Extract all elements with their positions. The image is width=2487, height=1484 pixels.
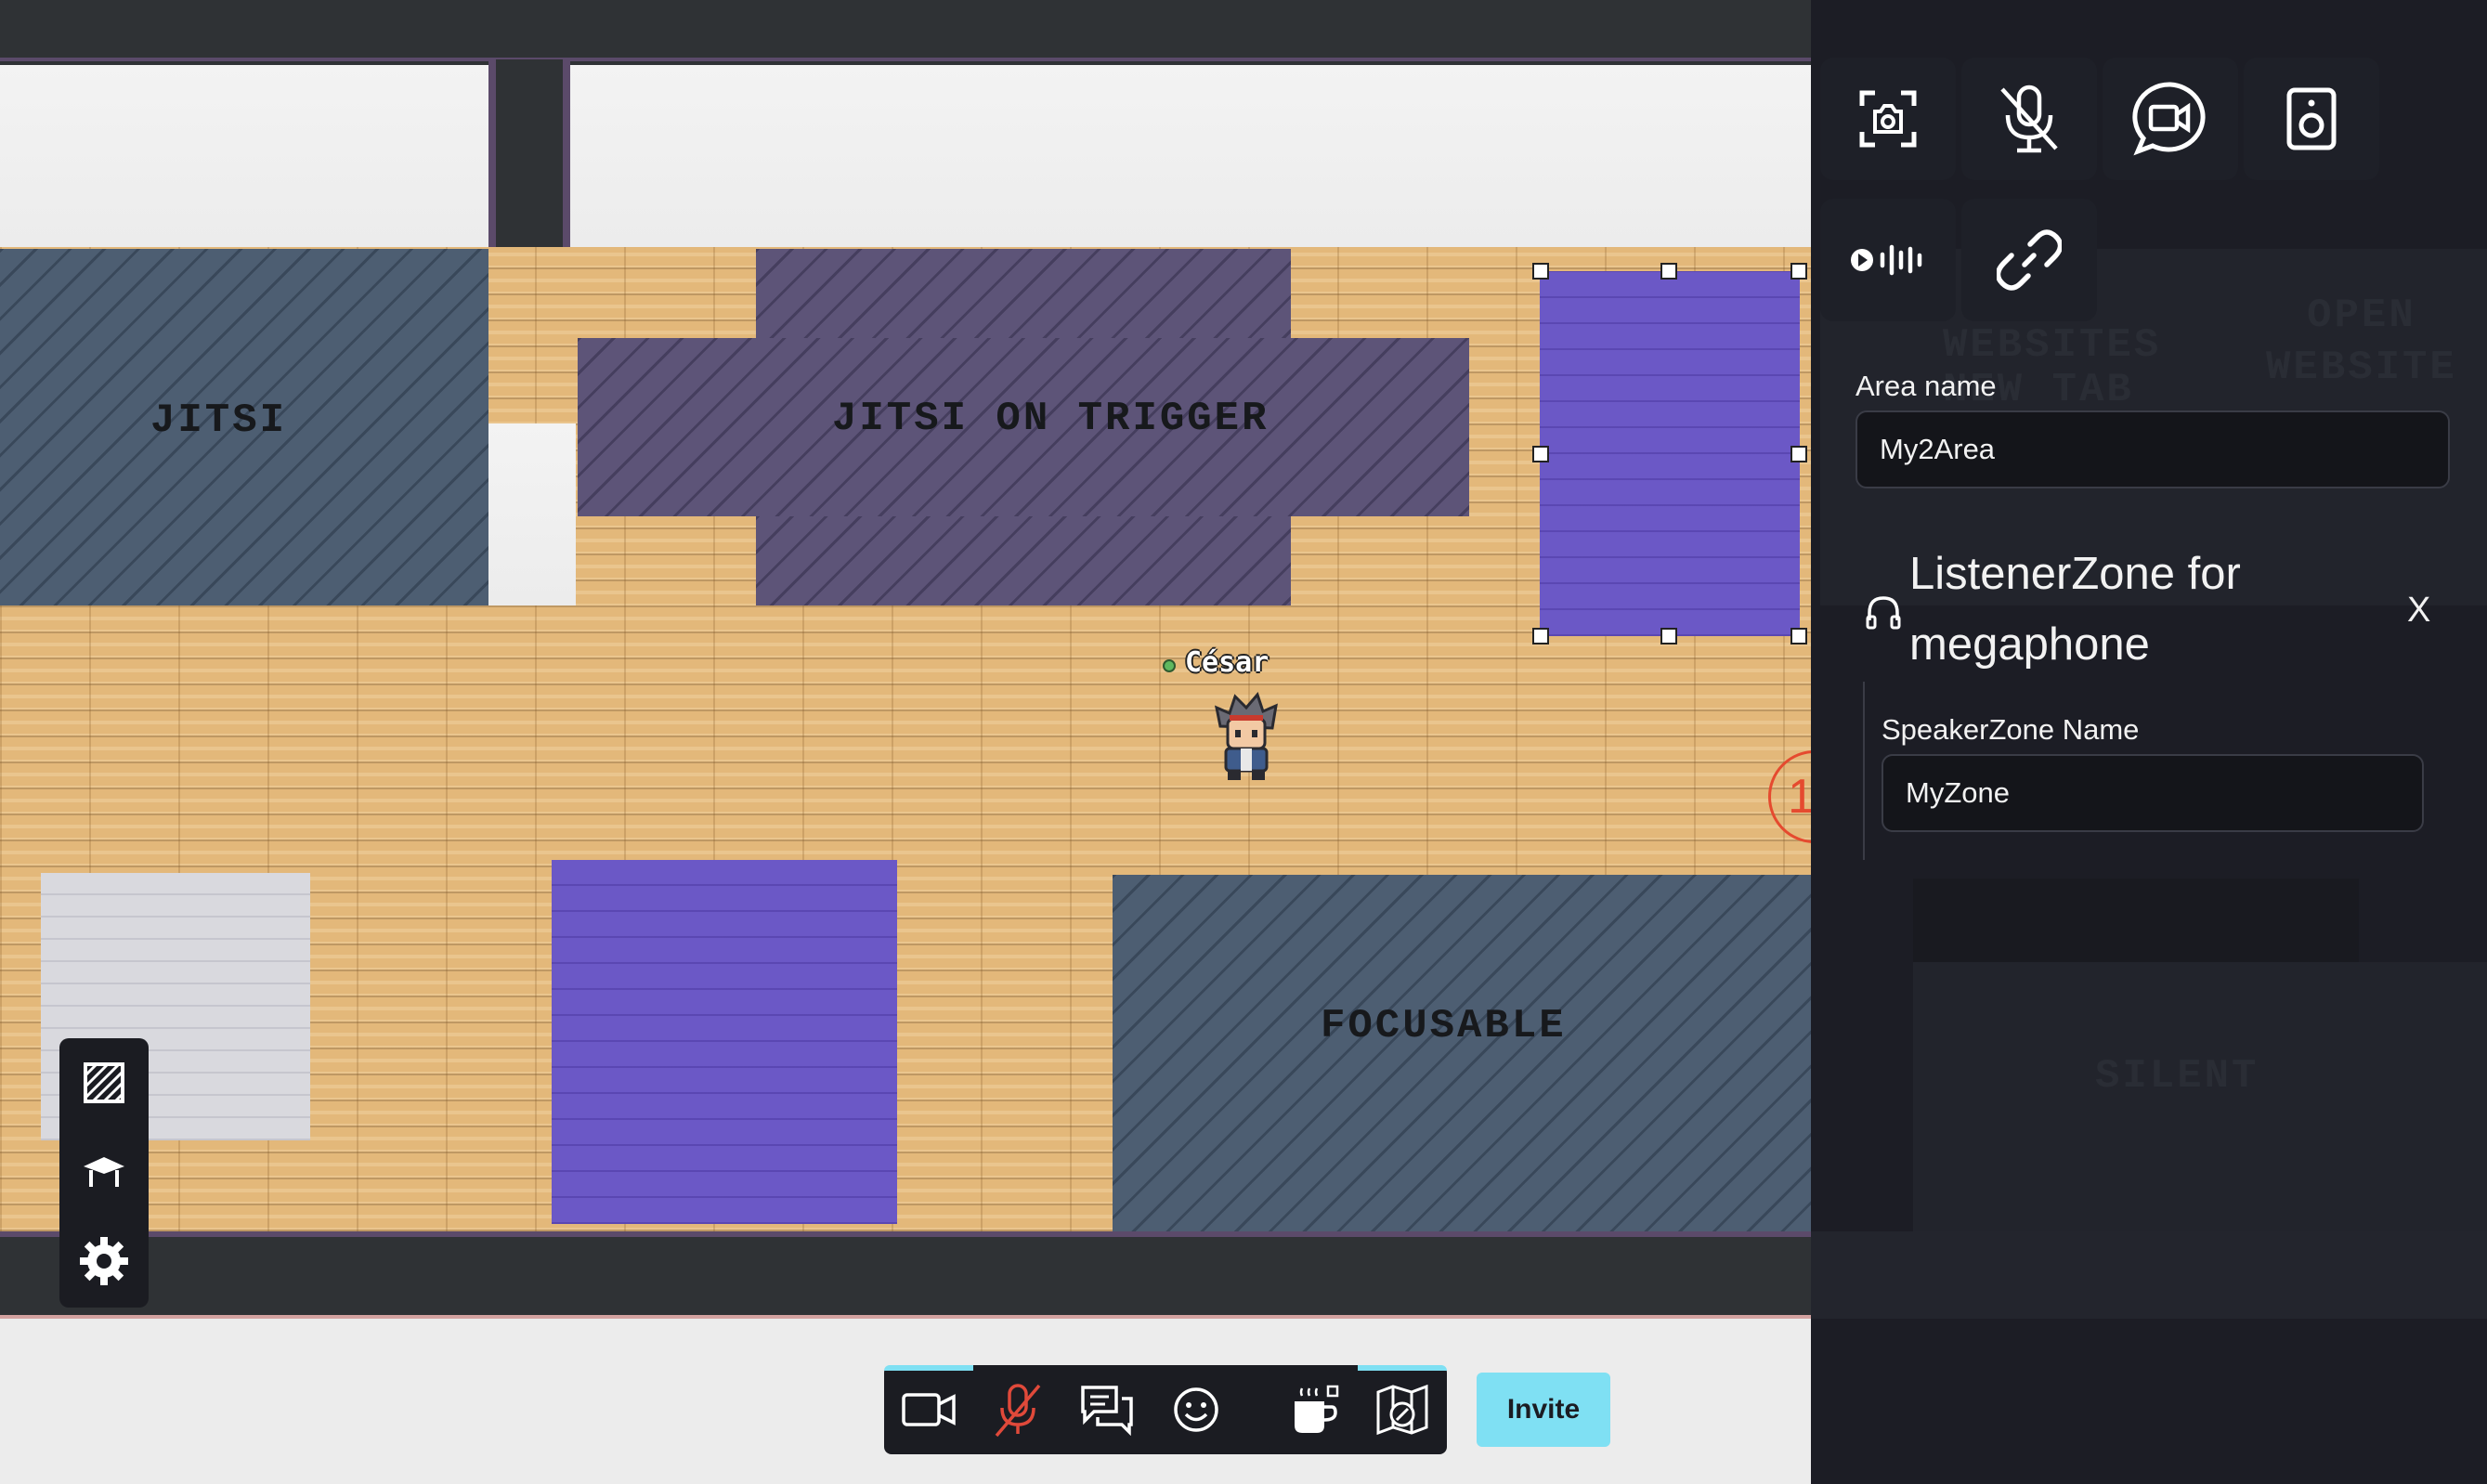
playing-audio-icon	[1851, 244, 1922, 276]
tool-settings[interactable]	[59, 1217, 149, 1306]
action-bar-media	[884, 1365, 1291, 1454]
resize-handle-tl[interactable]	[1532, 263, 1549, 280]
open-link-property-button[interactable]	[1961, 199, 2097, 321]
area-name-input[interactable]: My2Area	[1855, 410, 2450, 488]
wall-under-pillar	[488, 423, 576, 605]
area-name-label: Area name	[1855, 370, 1997, 402]
resize-handle-br[interactable]	[1790, 628, 1807, 644]
microphone-button[interactable]	[973, 1365, 1062, 1454]
ghost-text-silent: SILENT	[2095, 1053, 2259, 1100]
coffee-break-button[interactable]	[1269, 1365, 1358, 1454]
area-editor-panel: WEBSITES NEW TAB OPEN WEBSITE SILENT Are…	[1811, 0, 2487, 1484]
jitsi-room-property-button[interactable]	[2103, 58, 2238, 180]
entity-icon	[84, 1157, 124, 1187]
headphones-icon	[1866, 596, 1901, 630]
focusable-icon	[1859, 90, 1917, 148]
playing-audio-property-button[interactable]	[1820, 199, 1956, 321]
player-name: César	[1185, 646, 1270, 679]
listener-zone-close-button[interactable]: X	[2407, 591, 2430, 631]
speaker-zone-name-label: SpeakerZone Name	[1882, 713, 2140, 746]
tool-entity[interactable]	[59, 1127, 149, 1217]
settings-icon	[80, 1237, 128, 1285]
zone-jitsi-label: JITSI	[150, 397, 288, 444]
coffee-break-icon	[1295, 1385, 1339, 1433]
resize-handle-bc[interactable]	[1660, 628, 1677, 644]
chat-icon	[1081, 1386, 1133, 1436]
resize-handle-tc[interactable]	[1660, 263, 1677, 280]
listener-zone-divider	[1863, 682, 1865, 860]
ghost-block-3	[1913, 879, 2359, 962]
open-link-icon	[1997, 229, 2062, 291]
resize-handle-ml[interactable]	[1532, 446, 1549, 462]
emoji-icon	[1174, 1387, 1218, 1432]
jitsi-room-icon	[2132, 82, 2206, 156]
chat-button[interactable]	[1062, 1365, 1152, 1454]
speaker-zone-icon	[2286, 87, 2337, 150]
tool-area[interactable]	[59, 1038, 149, 1127]
zone-jitsi-on-trigger-label: JITSI ON TRIGGER	[832, 396, 1270, 442]
invite-button[interactable]: Invite	[1477, 1373, 1610, 1447]
ghost-text-open-website: OPEN WEBSITE	[2266, 293, 2457, 391]
zone-focusable-label: FOCUSABLE	[1321, 1003, 1567, 1049]
speaker-zone-property-button[interactable]	[2244, 58, 2379, 180]
map-explorer-icon	[1376, 1384, 1428, 1436]
speaker-zone-name-input[interactable]: MyZone	[1882, 754, 2424, 832]
wall-left	[0, 65, 488, 253]
resize-handle-tr[interactable]	[1790, 263, 1807, 280]
zone-counter-value: 10	[1788, 770, 1811, 824]
invite-button-label: Invite	[1506, 1394, 1581, 1425]
microphone-muted-icon	[995, 1384, 1041, 1438]
listener-zone-property-button[interactable]	[1961, 58, 2097, 180]
action-bar-social	[1269, 1365, 1447, 1454]
map-editor-toolbar	[59, 1038, 149, 1308]
game-map[interactable]: JITSI JITSI ON TRIGGER César FOCUSABLE 1…	[0, 0, 1811, 1484]
listener-zone-icon	[2000, 85, 2058, 153]
zone-jitsi-on-trigger-bottom[interactable]	[756, 516, 1291, 605]
resize-handle-bl[interactable]	[1532, 628, 1549, 644]
hatch-area-icon	[84, 1062, 124, 1103]
violet-area-bottom[interactable]	[552, 860, 897, 1224]
ghost-bottom	[1811, 1231, 2487, 1319]
top-wall-shadow	[0, 0, 1811, 59]
selected-area[interactable]	[1540, 271, 1800, 636]
focusable-property-button[interactable]	[1820, 58, 1956, 180]
emoji-button[interactable]	[1152, 1365, 1241, 1454]
player-status-dot	[1163, 659, 1176, 672]
zone-focusable[interactable]	[1113, 875, 1811, 1231]
zone-jitsi-on-trigger-top[interactable]	[756, 249, 1291, 338]
listener-zone-title: ListenerZone for megaphone	[1909, 549, 2241, 670]
map-explorer-button[interactable]	[1358, 1365, 1447, 1454]
wall-right	[570, 65, 1811, 253]
bottom-wall-dark	[0, 1231, 1811, 1319]
camera-icon	[902, 1393, 956, 1426]
resize-handle-mr[interactable]	[1790, 446, 1807, 462]
player-avatar[interactable]	[1209, 691, 1283, 784]
camera-button[interactable]	[884, 1365, 973, 1454]
